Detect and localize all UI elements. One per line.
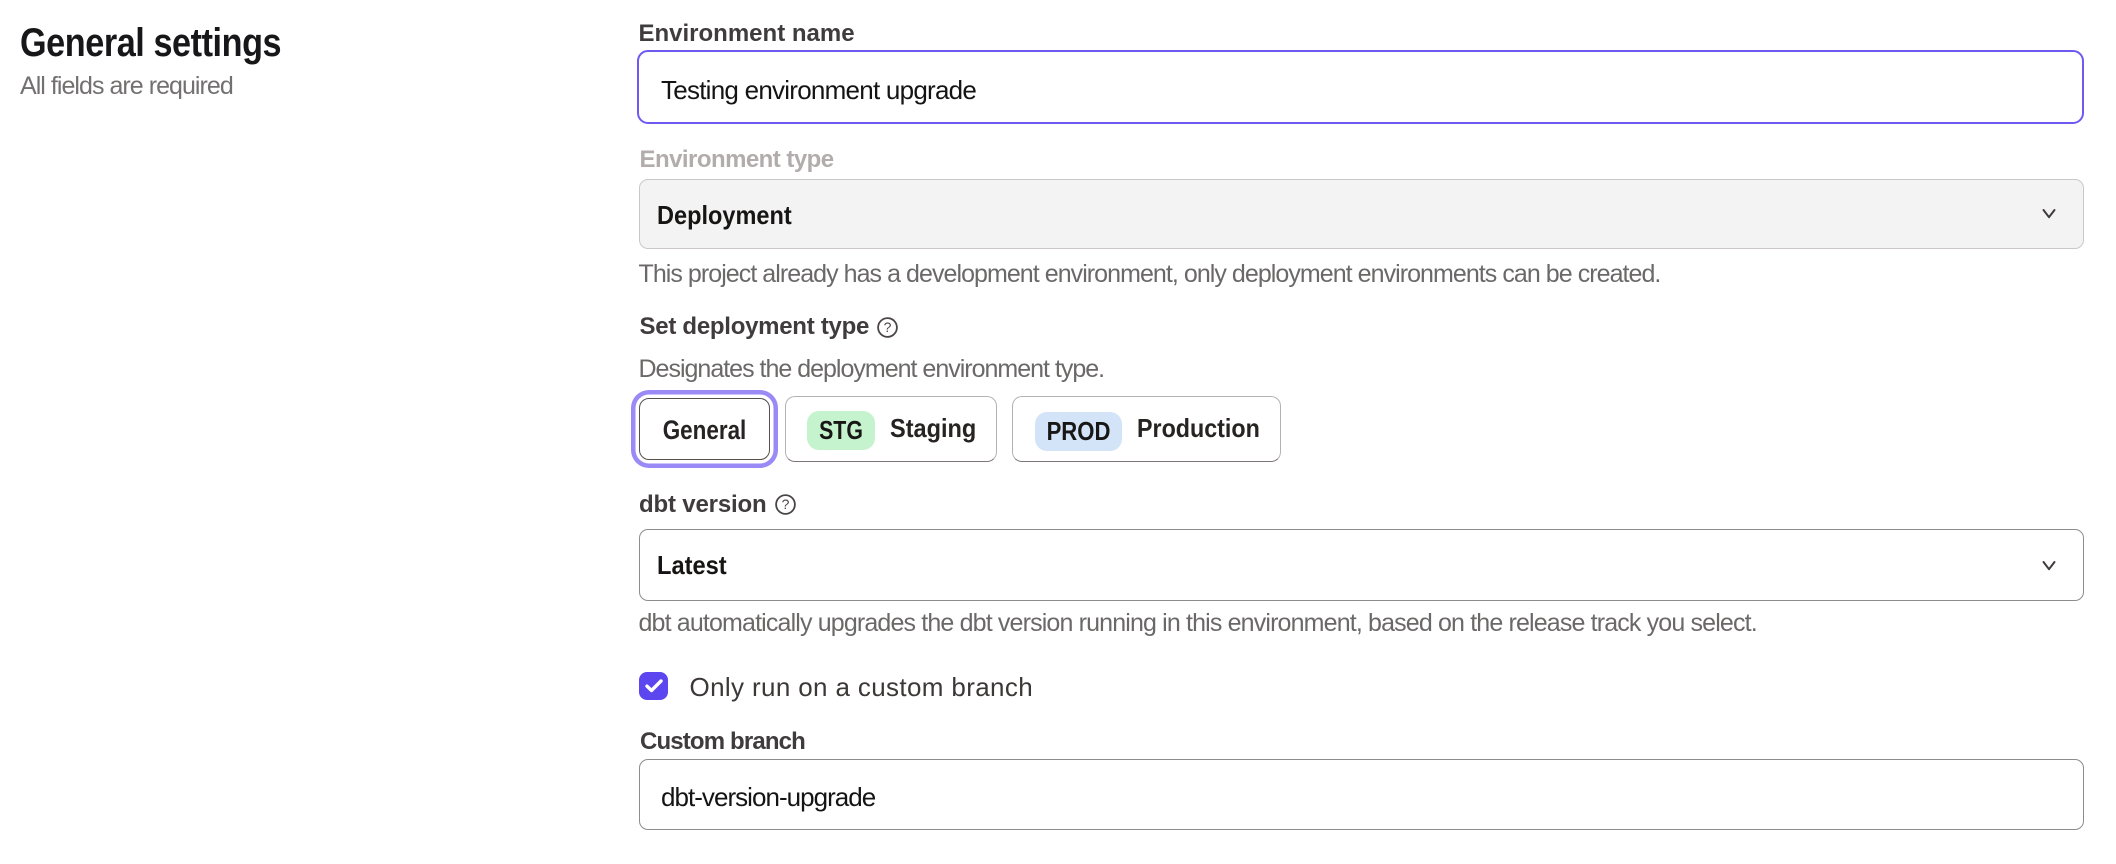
svg-text:?: ? (782, 496, 790, 512)
svg-text:?: ? (883, 319, 891, 335)
